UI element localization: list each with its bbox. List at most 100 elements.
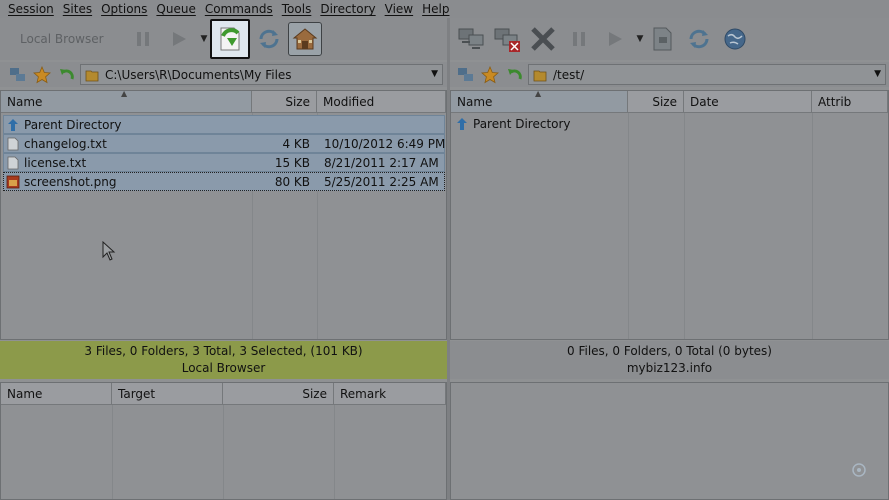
menu-options[interactable]: Options xyxy=(97,2,151,16)
local-path-text: C:\Users\R\Documents\My Files xyxy=(105,67,292,82)
chevron-down-icon[interactable]: ▼ xyxy=(874,69,881,79)
column-header-name[interactable]: Name ▲ xyxy=(1,89,252,113)
chevron-down-icon[interactable]: ▼ xyxy=(431,69,438,79)
column-header-size[interactable]: Size xyxy=(628,91,684,113)
remote-refresh-button[interactable] xyxy=(682,22,716,56)
local-play-button[interactable] xyxy=(162,22,196,56)
local-status-label: Local Browser xyxy=(181,361,266,375)
file-name: Parent Directory xyxy=(473,116,571,131)
local-browser-button[interactable]: Local Browser xyxy=(6,24,126,54)
remote-file-list[interactable]: Name ▲ Size Date Attrib Parent Directory xyxy=(450,89,889,340)
column-header-date[interactable]: Date xyxy=(684,91,812,113)
stop-button[interactable] xyxy=(526,22,560,56)
queue-header-remark[interactable]: Remark xyxy=(334,383,446,405)
play-icon xyxy=(609,32,622,46)
menu-tools[interactable]: Tools xyxy=(278,2,316,16)
column-divider xyxy=(684,113,685,339)
column-header-label: Attrib xyxy=(818,94,852,109)
list-item-parent-directory[interactable]: Parent Directory xyxy=(453,115,628,134)
connect-icon xyxy=(458,67,473,81)
column-header-label: Name xyxy=(7,386,43,401)
disconnect-icon xyxy=(494,28,520,52)
connect-icon xyxy=(458,28,484,49)
parent-directory-icon xyxy=(455,117,469,131)
column-header-label: Size xyxy=(302,386,327,401)
remote-play-button[interactable] xyxy=(598,22,632,56)
local-site-button[interactable] xyxy=(6,64,30,86)
local-refresh-button[interactable] xyxy=(252,22,286,56)
pause-icon xyxy=(573,32,585,46)
sort-ascending-icon: ▲ xyxy=(535,89,542,98)
image-file-icon xyxy=(6,175,20,189)
refresh-icon xyxy=(689,29,709,49)
menu-bar: Session Sites Options Queue Commands Too… xyxy=(0,0,889,18)
remote-path-dropdown[interactable]: /test/ ▼ xyxy=(528,64,886,85)
column-header-label: Name xyxy=(457,94,493,109)
transfer-queue[interactable]: Name Target Size Remark xyxy=(0,382,447,500)
remote-back-button[interactable] xyxy=(502,64,526,86)
back-arrow-icon xyxy=(508,68,522,80)
column-header-modified[interactable]: Modified xyxy=(317,91,446,113)
queue-header-target[interactable]: Target xyxy=(112,383,223,405)
remote-home-button[interactable] xyxy=(718,22,752,56)
queue-header-name[interactable]: Name xyxy=(1,383,112,405)
file-modified: 10/10/2012 6:49 PM xyxy=(324,136,446,151)
menu-directory[interactable]: Directory xyxy=(316,2,379,16)
menu-help[interactable]: Help xyxy=(418,2,453,16)
column-divider xyxy=(223,405,224,499)
local-status-bar: 3 Files, 0 Folders, 3 Total, 3 Selected,… xyxy=(0,341,447,379)
list-item-file[interactable]: changelog.txt 4 KB 10/10/2012 6:49 PM xyxy=(3,134,445,153)
globe-icon xyxy=(724,28,746,50)
mouse-cursor-icon xyxy=(102,241,116,261)
list-item-file[interactable]: license.txt 15 KB 8/21/2011 2:17 AM xyxy=(3,153,445,172)
local-toolbar: Local Browser ▼ xyxy=(0,18,447,60)
remote-site-button[interactable] xyxy=(454,64,478,86)
menu-commands[interactable]: Commands xyxy=(201,2,277,16)
text-file-icon xyxy=(6,156,20,170)
text-file-icon xyxy=(6,137,20,151)
menu-queue[interactable]: Queue xyxy=(152,2,199,16)
remote-status-summary: 0 Files, 0 Folders, 0 Total (0 bytes) xyxy=(567,344,772,358)
upload-button[interactable] xyxy=(646,22,680,56)
file-name: license.txt xyxy=(24,155,87,170)
column-header-label: Modified xyxy=(323,94,375,109)
local-pause-button[interactable] xyxy=(126,22,160,56)
column-divider xyxy=(112,405,113,499)
queue-header-size[interactable]: Size xyxy=(223,383,334,405)
remote-play-dropdown[interactable]: ▼ xyxy=(634,24,646,54)
log-pane[interactable] xyxy=(450,382,889,500)
pause-icon xyxy=(137,32,149,46)
local-status-summary: 3 Files, 0 Folders, 3 Total, 3 Selected,… xyxy=(84,344,363,358)
folder-icon xyxy=(533,70,547,81)
local-home-button[interactable] xyxy=(288,22,322,56)
list-item-parent-directory[interactable]: Parent Directory xyxy=(3,115,445,134)
list-item-file[interactable]: screenshot.png 80 KB 5/25/2011 2:25 AM xyxy=(3,172,445,191)
connect-icon xyxy=(10,67,25,81)
file-name: changelog.txt xyxy=(24,136,107,151)
star-icon xyxy=(33,65,51,83)
local-favorites-button[interactable] xyxy=(30,64,54,86)
download-button[interactable] xyxy=(210,19,250,59)
column-header-label: Target xyxy=(118,386,156,401)
column-header-size[interactable]: Size xyxy=(252,91,317,113)
column-header-attrib[interactable]: Attrib xyxy=(812,91,888,113)
menu-sites[interactable]: Sites xyxy=(59,2,96,16)
local-path-dropdown[interactable]: C:\Users\R\Documents\My Files ▼ xyxy=(80,64,443,85)
local-play-dropdown[interactable]: ▼ xyxy=(198,24,210,54)
column-header-label: Name xyxy=(7,94,43,109)
menu-view[interactable]: View xyxy=(381,2,417,16)
menu-session[interactable]: Session xyxy=(4,2,58,16)
file-size: 15 KB xyxy=(274,155,310,170)
play-icon xyxy=(173,32,186,46)
remote-path-bar: /test/ ▼ xyxy=(450,62,889,87)
column-divider xyxy=(628,113,629,339)
column-header-name[interactable]: Name ▲ xyxy=(451,89,628,113)
remote-pause-button[interactable] xyxy=(562,22,596,56)
remote-favorites-button[interactable] xyxy=(478,64,502,86)
connect-button[interactable] xyxy=(454,22,488,56)
local-back-button[interactable] xyxy=(54,64,78,86)
local-file-list[interactable]: Name ▲ Size Modified Parent Directory ch… xyxy=(0,89,447,340)
stop-icon xyxy=(531,27,555,51)
pane-splitter[interactable] xyxy=(447,18,450,500)
disconnect-button[interactable] xyxy=(490,22,524,56)
